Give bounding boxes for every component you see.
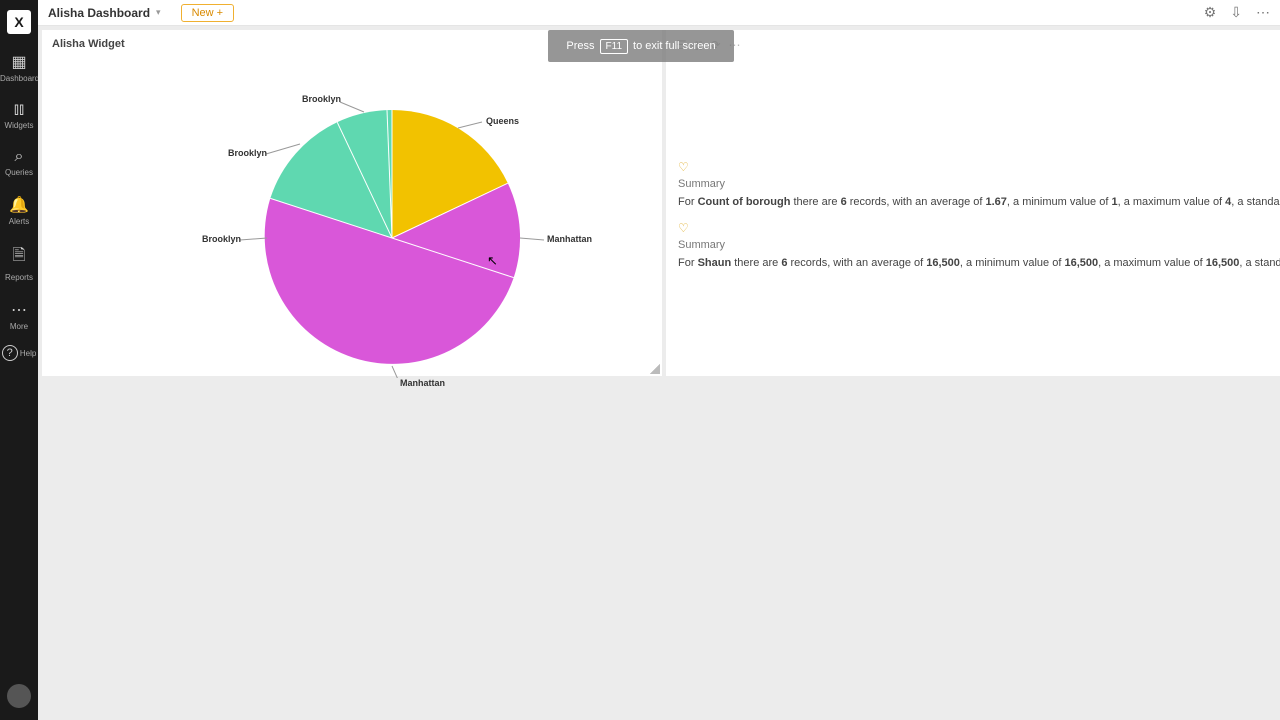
nav-label: Widgets (5, 121, 34, 130)
search-icon: ⌕ (0, 148, 38, 166)
more-icon[interactable]: ⋯ (729, 38, 741, 53)
nav-label: Help (20, 349, 36, 358)
nav-label: Dashboards (0, 74, 43, 83)
grid-icon: ▦ (0, 52, 38, 72)
summary-item: ♡ Summary For Shaun there are 6 records,… (678, 221, 1280, 272)
topbar-right: ⚙ ⇩ ⋯ (1204, 4, 1270, 21)
chart-icon[interactable]: ⫾⫾ (695, 38, 703, 53)
nav-more[interactable]: ⋯ More (0, 300, 38, 331)
nav-dashboards[interactable]: ▦ Dashboards (0, 52, 38, 83)
nav-rail: X ▦ Dashboards ⫾⫾ Widgets ⌕ Queries 🔔 Al… (0, 0, 38, 720)
nav-help[interactable]: ? Help (0, 345, 38, 363)
refresh-icon[interactable]: ⟳ (710, 38, 720, 53)
menu-icon[interactable]: ☰ (676, 38, 687, 53)
nav-label: Queries (5, 168, 33, 177)
nav-reports[interactable]: 🗎 Reports (0, 244, 38, 282)
pie-chart: Queens Manhattan Manhattan Brooklyn Broo… (42, 58, 662, 378)
nav-label: Alerts (9, 217, 29, 226)
bell-icon: 🔔 (0, 195, 38, 215)
settings-icon[interactable]: ⚙ (1204, 4, 1217, 21)
summary-text: For Shaun there are 6 records, with an a… (678, 255, 1280, 272)
slice-label: Queens (486, 116, 519, 126)
more-icon[interactable]: ⋯ (1256, 4, 1270, 21)
intel-toolbar: ☰ ⫾⫾ ⟳ ⋯ (676, 38, 741, 53)
slice-label: Manhattan (547, 234, 592, 244)
new-button[interactable]: New + (181, 4, 235, 22)
nav-alerts[interactable]: 🔔 Alerts (0, 195, 38, 226)
logo-icon[interactable]: X (7, 10, 31, 34)
help-icon: ? (2, 345, 18, 361)
nav-label: Reports (5, 273, 33, 282)
dashboard-title[interactable]: Alisha Dashboard (48, 6, 150, 20)
nav-widgets[interactable]: ⫾⫾ Widgets (0, 101, 38, 130)
chart-icon: ⫾⫾ (0, 101, 38, 119)
bulb-icon: ♡ (678, 160, 689, 174)
document-icon: 🗎 (0, 244, 38, 271)
topbar: Alisha Dashboard ▾ New + ⚙ ⇩ ⋯ (38, 0, 1280, 26)
bulb-icon: ♡ (678, 221, 689, 235)
slice-label: Brooklyn (302, 94, 341, 104)
slice-label: Brooklyn (228, 148, 267, 158)
avatar[interactable] (7, 684, 31, 708)
download-icon[interactable]: ⇩ (1230, 4, 1242, 21)
summary-label: Summary (678, 239, 1280, 251)
widget-title: Alisha Widget (42, 30, 662, 58)
widget-card[interactable]: Alisha Widget (42, 30, 662, 376)
nav-queries[interactable]: ⌕ Queries (0, 148, 38, 177)
summary-item: ♡ Summary For Count of borough there are… (678, 160, 1280, 211)
intel-card[interactable]: ☰ ⫾⫾ ⟳ ⋯ Intellinside ♡ Summary For Coun… (666, 30, 1280, 376)
summary-label: Summary (678, 178, 1280, 190)
slice-label: Brooklyn (202, 234, 241, 244)
more-icon: ⋯ (0, 300, 38, 320)
chevron-down-icon[interactable]: ▾ (156, 7, 161, 18)
slice-label: Manhattan (400, 378, 445, 388)
nav-label: More (10, 322, 28, 331)
resize-handle[interactable] (650, 364, 660, 374)
summary-text: For Count of borough there are 6 records… (678, 194, 1280, 211)
workspace: Alisha Widget (38, 26, 1280, 720)
